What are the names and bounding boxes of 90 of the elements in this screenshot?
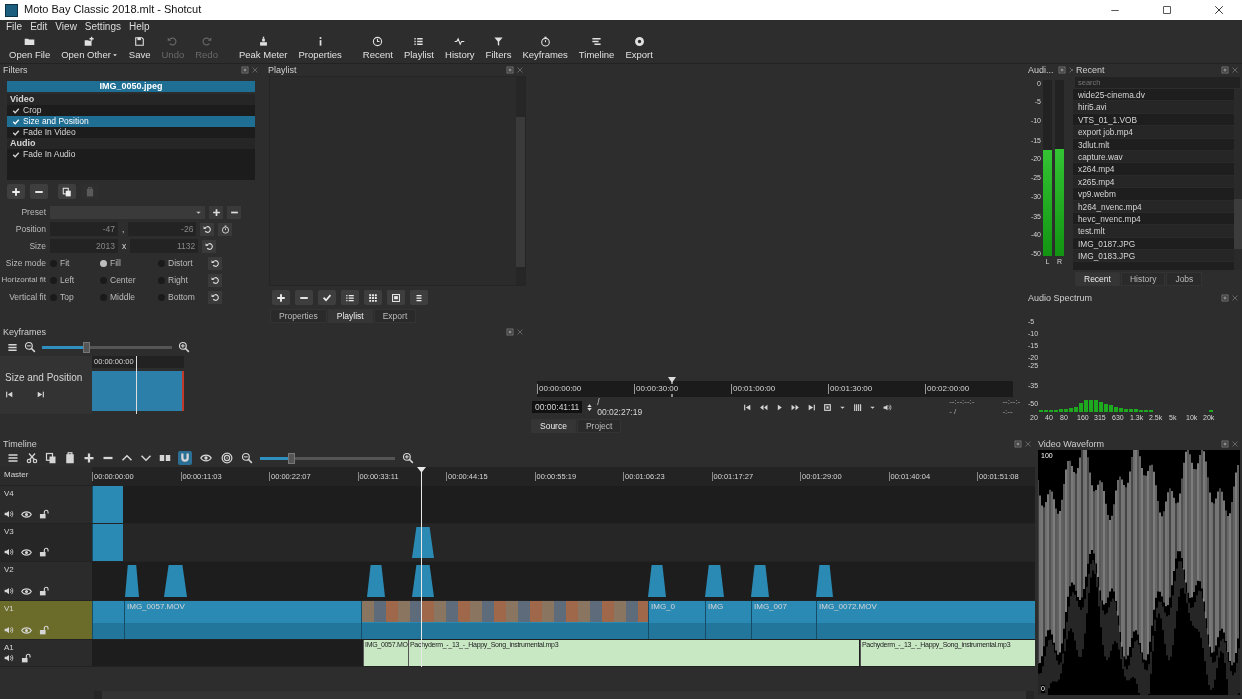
panel-title: Video Waveform [1038, 438, 1105, 450]
ruler-label: 00:00:00:00 [537, 384, 582, 394]
tab[interactable]: Recent [1075, 272, 1120, 287]
radio-label: Right [168, 274, 188, 286]
filter-group-label: Video [7, 94, 255, 105]
toolbar-button[interactable]: Save [123, 36, 156, 61]
out-point-text: --:--:--:-- [1002, 397, 1022, 417]
field-label: Preset [20, 206, 46, 218]
radio-label: Bottom [168, 291, 195, 303]
toolbar-button[interactable]: Peak Meter [233, 36, 293, 61]
tab[interactable]: Export [373, 309, 417, 324]
in-point-text: --:--:--:-- / [949, 397, 976, 417]
input-field[interactable]: 2013 [50, 239, 118, 253]
filter-group-label: Audio [7, 138, 255, 149]
radio-label: Top [60, 291, 74, 303]
radio-label: Distort [168, 257, 193, 269]
menu-item[interactable]: Settings [80, 21, 125, 33]
menu-item[interactable]: View [51, 21, 81, 33]
tab[interactable]: Source [531, 419, 576, 434]
radio-label: Left [60, 274, 75, 286]
input-field[interactable]: -26 [128, 222, 197, 236]
track-name: V4 [4, 488, 15, 499]
input-field[interactable]: 1132 [130, 239, 199, 253]
filter-item[interactable]: Fade In Audio [7, 149, 255, 160]
toolbar-button[interactable]: Open File [4, 36, 56, 61]
recent-file-item[interactable]: hiri5.avi [1073, 101, 1234, 114]
track-header[interactable]: V3 [0, 523, 92, 562]
recent-file-item[interactable]: x264.mp4 [1073, 163, 1234, 176]
tab[interactable]: Jobs [1166, 272, 1203, 287]
panel-title: Filters [3, 64, 28, 76]
clip-label: IMG_0057.MOV [127, 601, 185, 612]
toolbar-button[interactable]: Timeline [573, 36, 620, 61]
menu-item[interactable]: Help [125, 21, 154, 33]
clip-label: IMG_007 [754, 601, 787, 612]
separator-text: , [122, 223, 125, 235]
timecode-field[interactable]: 00:00:41:11 [532, 400, 583, 414]
panel-title: Audi... [1028, 64, 1054, 76]
panel-title: Audio Spectrum [1028, 292, 1093, 304]
field-label: Size [28, 240, 46, 252]
filter-item[interactable]: Size and Position [7, 116, 255, 127]
field-label: Size mode [4, 257, 46, 269]
track-name: V2 [4, 564, 15, 575]
radio-label: Fill [110, 257, 121, 269]
panel-title: Recent [1076, 64, 1105, 76]
toolbar-button[interactable]: Playlist [398, 36, 439, 61]
input-field[interactable]: -47 [50, 222, 118, 236]
track-name: Size and Position [5, 371, 84, 384]
radio-label: Middle [110, 291, 136, 303]
track-name: V1 [4, 603, 15, 614]
radio-label: Center [110, 274, 136, 286]
field-label: Vertical fit [8, 291, 46, 303]
panel-title: Timeline [3, 438, 37, 450]
recent-file-item[interactable]: vp9.webm [1073, 188, 1234, 201]
tab[interactable]: History [1120, 272, 1166, 287]
duration-text: / 00:02:27:19 [597, 396, 643, 418]
separator-text: x [122, 240, 127, 252]
track-name: V3 [4, 526, 15, 537]
toolbar-button[interactable]: Recent [357, 36, 398, 61]
tab[interactable]: Playlist [327, 309, 373, 324]
recent-file-item[interactable]: wide25-cinema.dv [1073, 89, 1234, 102]
recent-file-item[interactable]: test.mlt [1073, 225, 1234, 238]
clip-label: IMG_0072.MOV [819, 601, 877, 612]
window-title: Moto Bay Classic 2018.mlt - Shotcut [24, 3, 202, 17]
ruler-label: 00:01:30:00 [828, 384, 873, 394]
toolbar-button[interactable]: Export [620, 36, 658, 61]
track-name: A1 [4, 642, 15, 653]
clip-name-bar: IMG_0050.jpeg [7, 81, 255, 92]
clip-label: IMG_0 [651, 601, 675, 612]
clip-label: IMG [708, 601, 724, 612]
toolbar-button[interactable]: Keyframes [517, 36, 573, 61]
ruler-label: 00:01:00:00 [731, 384, 776, 394]
toolbar-button[interactable]: Open Other [56, 36, 123, 61]
filter-item[interactable]: Crop [7, 105, 255, 116]
panel-title: Keyframes [3, 326, 46, 338]
menu-item[interactable]: Edit [26, 21, 52, 33]
radio-label: Fit [60, 257, 70, 269]
tab[interactable]: Project [576, 419, 622, 434]
toolbar-button[interactable]: History [440, 36, 480, 61]
ruler-label: 00:00:30:00 [634, 384, 679, 394]
field-label: Position [14, 223, 46, 235]
tab[interactable]: Properties [270, 309, 327, 324]
filter-item[interactable]: Fade In Video [7, 127, 255, 138]
panel-title: Playlist [268, 64, 297, 76]
menu-item[interactable]: File [2, 21, 27, 33]
toolbar-button[interactable]: Properties [293, 36, 347, 61]
toolbar-button[interactable]: Filters [480, 36, 517, 61]
ruler-label: 00:02:00:00 [925, 384, 970, 394]
field-label: Horizontal fit [0, 275, 46, 285]
recent-file-item[interactable]: IMG_0183.JPG [1073, 250, 1234, 263]
recent-file-item[interactable]: export job.mp4 [1073, 126, 1234, 139]
